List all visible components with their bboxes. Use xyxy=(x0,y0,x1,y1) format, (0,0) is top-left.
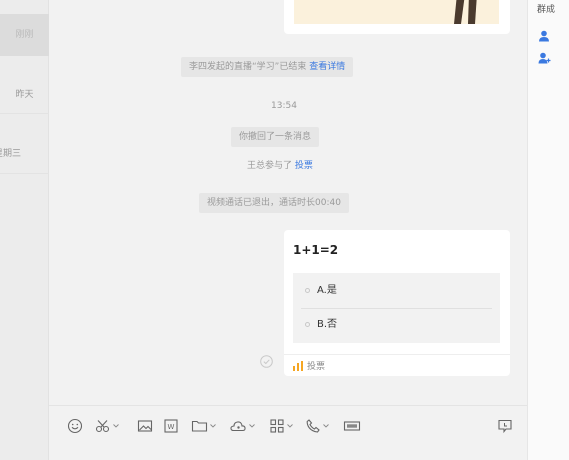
phone-icon xyxy=(306,419,320,433)
svg-text:W: W xyxy=(168,423,175,431)
group-member-panel: 群成 xyxy=(527,0,569,460)
vote-footer-label: 投票 xyxy=(307,362,326,372)
input-toolbar: W xyxy=(49,405,527,460)
screenshot-button[interactable] xyxy=(95,416,119,436)
chevron-down-icon xyxy=(113,424,119,428)
member-icon[interactable] xyxy=(538,30,550,42)
chevron-down-icon xyxy=(249,424,255,428)
image-icon xyxy=(137,420,153,432)
radio-icon xyxy=(305,288,310,293)
chat-window: 刚刚 昨天 星期三 李四发起的直播“学习”已结束 查看详情 13:54 你撤回了… xyxy=(0,0,569,460)
bar-chart-icon xyxy=(293,361,303,371)
vote-title: 1+1=2 xyxy=(293,243,339,257)
vote-participation-notice: 王总参与了 投票 xyxy=(247,158,313,171)
conversation-list: 刚刚 昨天 星期三 xyxy=(0,0,49,460)
read-check-icon xyxy=(260,355,273,368)
apps-button[interactable] xyxy=(269,416,293,436)
vote-option-label: A.是 xyxy=(317,285,337,296)
recall-notice: 你撤回了一条消息 xyxy=(231,127,320,147)
image-message[interactable] xyxy=(284,0,510,34)
chevron-down-icon xyxy=(287,424,293,428)
vote-option-b[interactable]: B.否 xyxy=(293,308,500,342)
emoji-button[interactable] xyxy=(67,416,83,436)
image-button[interactable] xyxy=(137,416,153,436)
vote-participation-text: 王总参与了 xyxy=(247,161,295,171)
screen-message-button[interactable] xyxy=(497,416,513,436)
folder-icon xyxy=(191,420,208,432)
screen-message-icon xyxy=(498,419,512,434)
emoji-icon xyxy=(67,418,83,434)
vote-option-a[interactable]: A.是 xyxy=(293,274,500,308)
image-figure-icon xyxy=(454,0,477,24)
add-member-icon[interactable] xyxy=(538,52,551,64)
file-button[interactable] xyxy=(191,416,216,436)
call-ended-notice: 视频通话已退出，通话时长00:40 xyxy=(199,193,349,213)
word-doc-button[interactable]: W xyxy=(163,416,179,436)
word-doc-icon: W xyxy=(164,419,178,433)
view-details-link[interactable]: 查看详情 xyxy=(309,62,345,72)
live-ended-notice: 李四发起的直播“学习”已结束 查看详情 xyxy=(181,57,354,77)
scissors-icon xyxy=(95,420,110,433)
conversation-item-1[interactable]: 刚刚 xyxy=(0,14,49,56)
cloud-file-button[interactable] xyxy=(229,416,255,436)
live-button[interactable] xyxy=(343,416,361,436)
message-area: 李四发起的直播“学习”已结束 查看详情 13:54 你撤回了一条消息 王总参与了… xyxy=(49,0,527,405)
live-icon xyxy=(343,421,361,431)
live-ended-text: 李四发起的直播“学习”已结束 xyxy=(189,62,310,72)
conversation-item-2[interactable]: 昨天 xyxy=(0,76,49,114)
vote-footer: 投票 xyxy=(284,354,510,376)
call-button[interactable] xyxy=(305,416,329,436)
group-members-title: 群成 xyxy=(537,5,556,15)
vote-link[interactable]: 投票 xyxy=(295,161,313,171)
vote-options: A.是 B.否 xyxy=(293,273,500,343)
conversation-item-3[interactable]: 星期三 xyxy=(0,134,49,174)
chevron-down-icon xyxy=(210,424,216,428)
message-timestamp: 13:54 xyxy=(271,101,297,111)
radio-icon xyxy=(305,322,310,327)
vote-card[interactable]: 1+1=2 A.是 B.否 投票 xyxy=(284,230,510,376)
vote-option-label: B.否 xyxy=(317,319,338,330)
cloud-icon xyxy=(230,421,246,432)
chevron-down-icon xyxy=(323,424,329,428)
apps-grid-icon xyxy=(270,419,284,433)
